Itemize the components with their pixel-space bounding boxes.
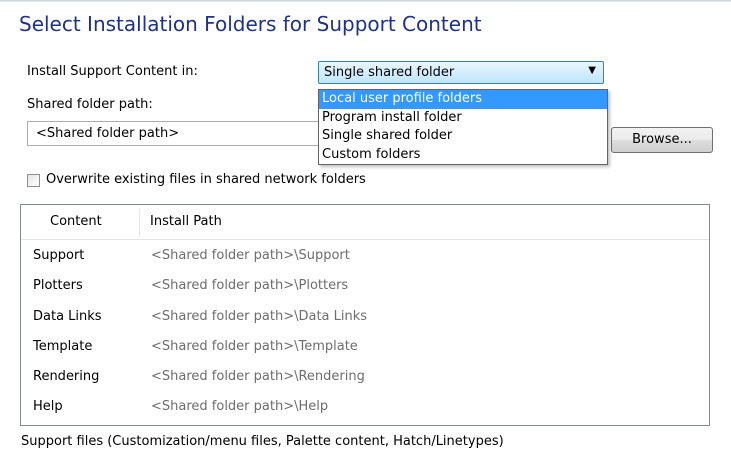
table-row-content: Data Links	[33, 309, 102, 324]
option-local-user-profile-folders[interactable]: Local user profile folders	[319, 90, 607, 109]
install-location-value: Single shared folder	[324, 65, 455, 80]
page-title: Select Installation Folders for Support …	[19, 12, 482, 36]
chevron-down-icon: ▼	[588, 65, 596, 76]
table-row-content: Plotters	[33, 278, 83, 293]
table-row-path: <Shared folder path>\Help	[151, 399, 329, 414]
header-divider	[21, 239, 709, 240]
window-top-edge	[0, 0, 731, 2]
overwrite-checkbox[interactable]	[27, 174, 40, 187]
overwrite-checkbox-label[interactable]: Overwrite existing files in shared netwo…	[46, 172, 366, 187]
column-header-install-path[interactable]: Install Path	[150, 205, 222, 239]
table-row-path: <Shared folder path>\Support	[151, 248, 350, 263]
browse-button[interactable]: Browse...	[611, 127, 713, 153]
option-single-shared-folder[interactable]: Single shared folder	[319, 127, 607, 146]
column-divider[interactable]	[139, 209, 140, 237]
table-row-content: Template	[33, 339, 93, 354]
content-description: Support files (Customization/menu files,…	[21, 434, 504, 449]
table-row-content: Help	[33, 399, 63, 414]
table-row-content: Support	[33, 248, 85, 263]
install-location-dropdown-list: Local user profile folders Program insta…	[318, 89, 608, 165]
shared-folder-path-value: <Shared folder path>	[36, 126, 180, 141]
column-header-content[interactable]: Content	[50, 205, 102, 239]
table-row-content: Rendering	[33, 369, 100, 384]
content-paths-table: Content Install Path Support <Shared fol…	[20, 204, 710, 426]
shared-folder-label: Shared folder path:	[27, 97, 153, 112]
option-program-install-folder[interactable]: Program install folder	[319, 109, 607, 128]
option-custom-folders[interactable]: Custom folders	[319, 146, 607, 165]
table-row-path: <Shared folder path>\Template	[151, 339, 358, 354]
table-row-path: <Shared folder path>\Data Links	[151, 309, 368, 324]
install-in-label: Install Support Content in:	[27, 64, 198, 79]
table-row-path: <Shared folder path>\Rendering	[151, 369, 365, 384]
install-location-select[interactable]: Single shared folder ▼	[318, 61, 604, 84]
table-row-path: <Shared folder path>\Plotters	[151, 278, 349, 293]
